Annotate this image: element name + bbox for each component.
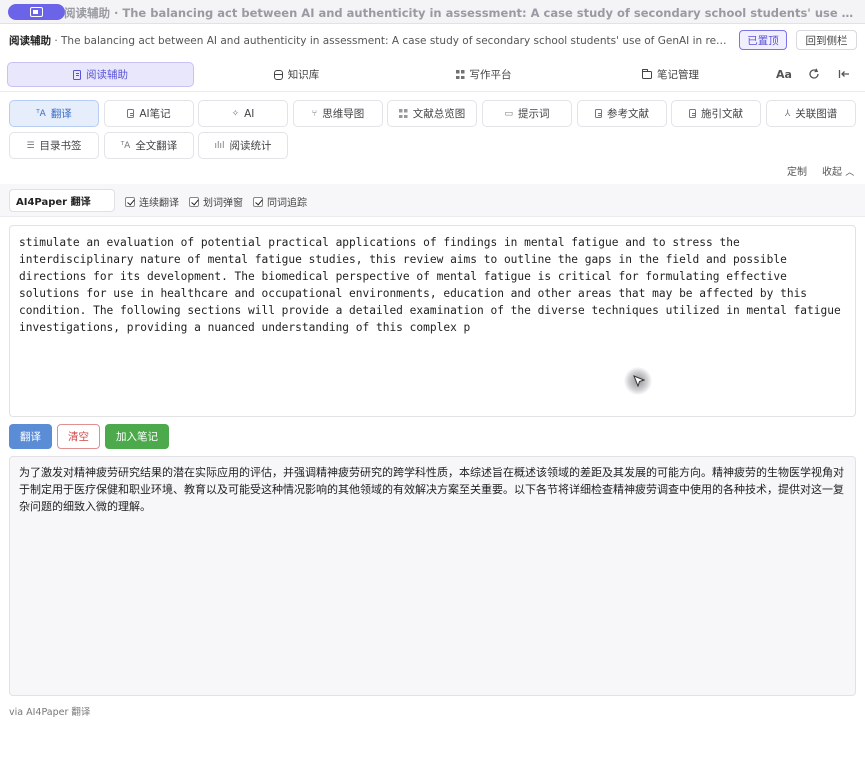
main-nav: 阅读辅助 知识库 写作平台 笔记管理 Aa — [0, 58, 865, 92]
tool-toc-bookmarks[interactable]: ☰ 目录书签 — [9, 132, 99, 159]
app-badge[interactable] — [8, 4, 65, 20]
panel-header: 阅读辅助 · The balancing act between AI and … — [0, 28, 865, 52]
checkbox-icon — [253, 196, 263, 207]
mindmap-icon: ⑂ — [311, 108, 318, 119]
collapse-left-icon[interactable] — [835, 66, 853, 82]
tool-label: 施引文献 — [701, 108, 743, 120]
reader-icon — [30, 7, 43, 17]
grid-icon — [455, 70, 465, 79]
tool-label: 全文翻译 — [135, 140, 178, 152]
tool-label: 翻译 — [50, 108, 72, 120]
translation-result: 为了激发对精神疲劳研究结果的潜在实际应用的评估，并强调精神疲劳研究的跨学科性质，… — [9, 456, 856, 696]
tool-label: 目录书签 — [39, 140, 82, 152]
tool-label: AI笔记 — [139, 108, 171, 120]
checkbox-label: 连续翻译 — [139, 198, 179, 209]
chevron-up-icon: ︿ — [845, 168, 855, 178]
collapse-toggle[interactable]: 收起 ︿ — [822, 163, 854, 178]
tab-label: 阅读辅助 — [86, 69, 128, 81]
chat-icon: ▭ — [504, 108, 513, 119]
tool-label: 思维导图 — [322, 108, 365, 120]
panel-title-label: 阅读辅助 — [9, 35, 51, 47]
collapse-label: 收起 — [822, 167, 842, 178]
database-icon — [273, 69, 283, 80]
reference-icon — [595, 109, 602, 118]
checkbox-selection-popup[interactable]: 划词弹窗 — [189, 194, 243, 209]
panel-title: 阅读辅助 · The balancing act between AI and … — [9, 33, 731, 48]
tool-label: AI — [244, 107, 255, 120]
sparkle-icon: ✧ — [231, 108, 240, 119]
tool-literature-overview[interactable]: 文献总览图 — [387, 100, 477, 127]
customize-link[interactable]: 定制 — [787, 163, 807, 178]
tool-label: 阅读统计 — [229, 140, 272, 152]
tool-translate[interactable]: ᵀA 翻译 — [9, 100, 99, 127]
checkbox-continuous-translate[interactable]: 连续翻译 — [125, 194, 179, 209]
back-to-sidebar-button[interactable]: 回到侧栏 — [796, 30, 857, 50]
source-text-area[interactable]: stimulate an evaluation of potential pra… — [9, 225, 856, 417]
tool-label: 关联图谱 — [795, 108, 838, 120]
panel-title-paper: The balancing act between AI and authent… — [61, 35, 731, 47]
window-title: 阅读辅助 · The balancing act between AI and … — [64, 6, 859, 20]
tool-reading-stats[interactable]: ılıl 阅读统计 — [198, 132, 288, 159]
grid-icon — [398, 109, 408, 118]
tab-label: 知识库 — [287, 69, 320, 81]
tab-reading-assist[interactable]: 阅读辅助 — [7, 62, 194, 87]
checkbox-icon — [189, 196, 199, 207]
checkbox-label: 同词追踪 — [267, 198, 307, 209]
tool-references[interactable]: 参考文献 — [577, 100, 667, 127]
tool-label: 参考文献 — [607, 108, 649, 120]
add-note-button[interactable]: 加入笔记 — [105, 424, 169, 449]
graph-icon: ⅄ — [784, 108, 791, 119]
result-source-label: via AI4Paper 翻译 — [9, 707, 91, 718]
translate-controls: AI4Paper 翻译 连续翻译 划词弹窗 同词追踪 — [0, 184, 865, 217]
tab-note-management[interactable]: 笔记管理 — [577, 62, 764, 87]
tab-label: 笔记管理 — [657, 69, 699, 81]
pinned-button[interactable]: 已置顶 — [739, 30, 787, 50]
tool-label: 文献总览图 — [412, 108, 466, 120]
tab-writing-platform[interactable]: 写作平台 — [390, 62, 577, 87]
tool-label: 提示词 — [518, 108, 550, 120]
font-size-button[interactable]: Aa — [775, 66, 793, 82]
clear-button[interactable]: 清空 — [57, 424, 100, 449]
note-icon — [127, 109, 135, 118]
checkbox-word-tracking[interactable]: 同词追踪 — [253, 194, 307, 209]
tool-fulltext-translate[interactable]: ᵀA 全文翻译 — [104, 132, 194, 159]
window-title-bar: 阅读辅助 · The balancing act between AI and … — [0, 0, 865, 24]
chart-icon: ılıl — [214, 140, 225, 151]
checkbox-icon — [125, 196, 135, 207]
tab-label: 写作平台 — [469, 69, 512, 81]
checkbox-label: 划词弹窗 — [203, 198, 243, 209]
document-icon — [73, 69, 81, 80]
tool-citations[interactable]: 施引文献 — [671, 100, 761, 127]
tool-related-graph[interactable]: ⅄ 关联图谱 — [766, 100, 856, 127]
mouse-pointer-icon — [633, 375, 645, 387]
tool-prompts[interactable]: ▭ 提示词 — [482, 100, 572, 127]
translate-button[interactable]: 翻译 — [9, 424, 52, 449]
tool-ai-note[interactable]: AI笔记 — [104, 100, 194, 127]
refresh-icon[interactable] — [805, 66, 823, 82]
citation-icon — [689, 109, 696, 118]
tool-ai[interactable]: ✧ AI — [198, 100, 288, 127]
tool-mindmap[interactable]: ⑂ 思维导图 — [293, 100, 383, 127]
tab-knowledge-base[interactable]: 知识库 — [203, 62, 390, 87]
translate-icon: ᵀA — [120, 140, 131, 151]
engine-select[interactable]: AI4Paper 翻译 — [9, 189, 115, 212]
list-icon: ☰ — [26, 140, 35, 151]
translate-icon: ᵀA — [36, 108, 46, 119]
folder-icon — [641, 68, 652, 79]
